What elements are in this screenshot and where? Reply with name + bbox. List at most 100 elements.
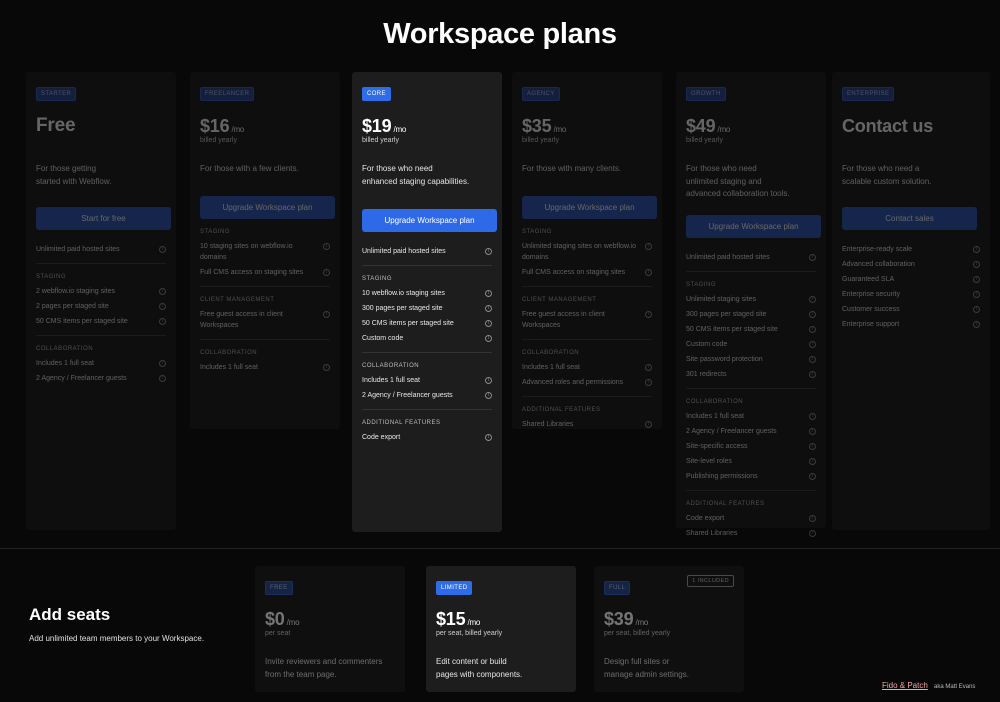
plan-description: For those getting started with Webflow.: [36, 164, 112, 186]
info-icon[interactable]: i: [809, 529, 816, 537]
info-icon[interactable]: i: [809, 355, 816, 363]
info-icon[interactable]: i: [485, 248, 492, 255]
info-icon[interactable]: i: [809, 457, 816, 465]
info-icon[interactable]: i: [809, 370, 816, 378]
plan-price: $35/mo: [522, 116, 567, 136]
info-icon[interactable]: i: [323, 310, 330, 318]
info-icon[interactable]: i: [809, 295, 816, 303]
feature-item: Guaranteed SLA i: [842, 272, 980, 287]
info-icon[interactable]: i: [973, 306, 980, 313]
divider: [686, 387, 816, 389]
info-icon[interactable]: i: [645, 378, 652, 386]
info-icon[interactable]: i: [809, 340, 816, 348]
section-divider: [0, 548, 1000, 549]
info-icon[interactable]: i: [159, 288, 166, 295]
info-icon[interactable]: i: [809, 310, 816, 318]
feature-item: 2 Agency / Freelancer guests i: [686, 424, 816, 439]
feature-item: Custom code i: [686, 337, 816, 352]
info-icon[interactable]: i: [323, 242, 330, 250]
seat-card-limited: Limited $15/mo per seat, billed yearly E…: [426, 566, 576, 692]
info-icon[interactable]: i: [973, 246, 980, 253]
section-label: Additional features: [362, 420, 441, 426]
upgrade-workspace-plan-button[interactable]: Upgrade Workspace plan: [362, 209, 497, 232]
feature-item: Free guest access in client Workspaces i: [522, 307, 652, 333]
info-icon[interactable]: i: [159, 318, 166, 325]
feature-item: 10 staging sites on webflow.io domains i: [200, 239, 330, 265]
info-icon[interactable]: i: [645, 310, 652, 318]
info-icon[interactable]: i: [809, 472, 816, 480]
upgrade-workspace-plan-button[interactable]: Upgrade Workspace plan: [686, 214, 821, 238]
section-label: Collaboration: [200, 349, 258, 356]
section-label: Collaboration: [686, 398, 744, 405]
info-icon[interactable]: i: [809, 253, 816, 261]
feature-item: Customer success i: [842, 302, 980, 317]
section-label: Client management: [200, 296, 275, 303]
section-label: Staging: [36, 274, 67, 280]
info-icon[interactable]: i: [159, 303, 166, 310]
info-icon[interactable]: i: [159, 360, 166, 367]
feature-item: Shared Libraries i: [522, 417, 652, 432]
info-icon[interactable]: i: [485, 305, 492, 312]
plan-badge: Agency: [522, 87, 560, 101]
info-icon[interactable]: i: [485, 377, 492, 384]
feature-item: Enterprise security i: [842, 287, 980, 302]
info-icon[interactable]: i: [809, 427, 816, 435]
plan-badge: Core: [362, 87, 391, 101]
divider: [200, 285, 330, 287]
plan-description: For those who need enhanced staging capab…: [362, 164, 470, 186]
plan-billing: billed yearly: [522, 137, 559, 144]
seat-price: $15/mo: [436, 609, 481, 629]
info-icon[interactable]: i: [645, 420, 652, 428]
start-for-free-button[interactable]: Start for free: [36, 207, 171, 230]
info-icon[interactable]: i: [645, 242, 652, 250]
info-icon[interactable]: i: [485, 434, 492, 441]
divider: [362, 409, 492, 410]
info-icon[interactable]: i: [645, 363, 652, 371]
seats-title: Add seats: [29, 605, 111, 624]
seat-card-free: Free $0/mo per seat Invite reviewers and…: [255, 566, 405, 692]
plan-billing: billed yearly: [362, 137, 399, 144]
section-label: Collaboration: [36, 346, 94, 352]
feature-item: 2 webflow.io staging sites i: [36, 284, 166, 299]
info-icon[interactable]: i: [973, 276, 980, 283]
plan-card-enterprise: Enterprise Contact us For those who need…: [832, 72, 990, 530]
seat-card-full: Full 1 included $39/mo per seat, billed …: [594, 566, 744, 692]
info-icon[interactable]: i: [973, 261, 980, 268]
seat-description: Design full sites or manage admin setting…: [604, 657, 689, 679]
section-label: Staging: [200, 228, 231, 235]
feature-item: Code export i: [686, 511, 816, 526]
feature-item: Includes 1 full seat i: [200, 360, 330, 375]
seat-billing: per seat, billed yearly: [604, 630, 671, 637]
info-icon[interactable]: i: [485, 320, 492, 327]
info-icon[interactable]: i: [973, 321, 980, 328]
section-label: Staging: [686, 281, 717, 288]
plan-price: $49/mo: [686, 116, 731, 136]
upgrade-workspace-plan-button[interactable]: Upgrade Workspace plan: [200, 195, 335, 219]
info-icon[interactable]: i: [159, 246, 166, 253]
info-icon[interactable]: i: [645, 268, 652, 276]
info-icon[interactable]: i: [809, 412, 816, 420]
section-label: Additional features: [686, 500, 765, 507]
brand-link[interactable]: Fido & Patch: [882, 681, 928, 690]
info-icon[interactable]: i: [485, 290, 492, 297]
feature-item: 50 CMS items per staged site i: [686, 322, 816, 337]
info-icon[interactable]: i: [973, 291, 980, 298]
info-icon[interactable]: i: [485, 335, 492, 342]
contact-sales-button[interactable]: Contact sales: [842, 207, 977, 230]
feature-item: 2 pages per staged site i: [36, 299, 166, 314]
info-icon[interactable]: i: [159, 375, 166, 382]
info-icon[interactable]: i: [809, 442, 816, 450]
feature-item: Includes 1 full seat i: [522, 360, 652, 375]
divider: [36, 335, 166, 336]
upgrade-workspace-plan-button[interactable]: Upgrade Workspace plan: [522, 195, 657, 219]
info-icon[interactable]: i: [809, 325, 816, 333]
seat-billing: per seat: [265, 630, 291, 637]
feature-item: Unlimited staging sites on webflow.io do…: [522, 239, 652, 265]
info-icon[interactable]: i: [323, 363, 330, 371]
credit-aka: aka Matt Evans: [934, 684, 976, 690]
info-icon[interactable]: i: [323, 268, 330, 276]
info-icon[interactable]: i: [809, 514, 816, 522]
plan-badge: Freelancer: [200, 87, 255, 101]
info-icon[interactable]: i: [485, 392, 492, 399]
feature-item: Site-specific access i: [686, 439, 816, 454]
